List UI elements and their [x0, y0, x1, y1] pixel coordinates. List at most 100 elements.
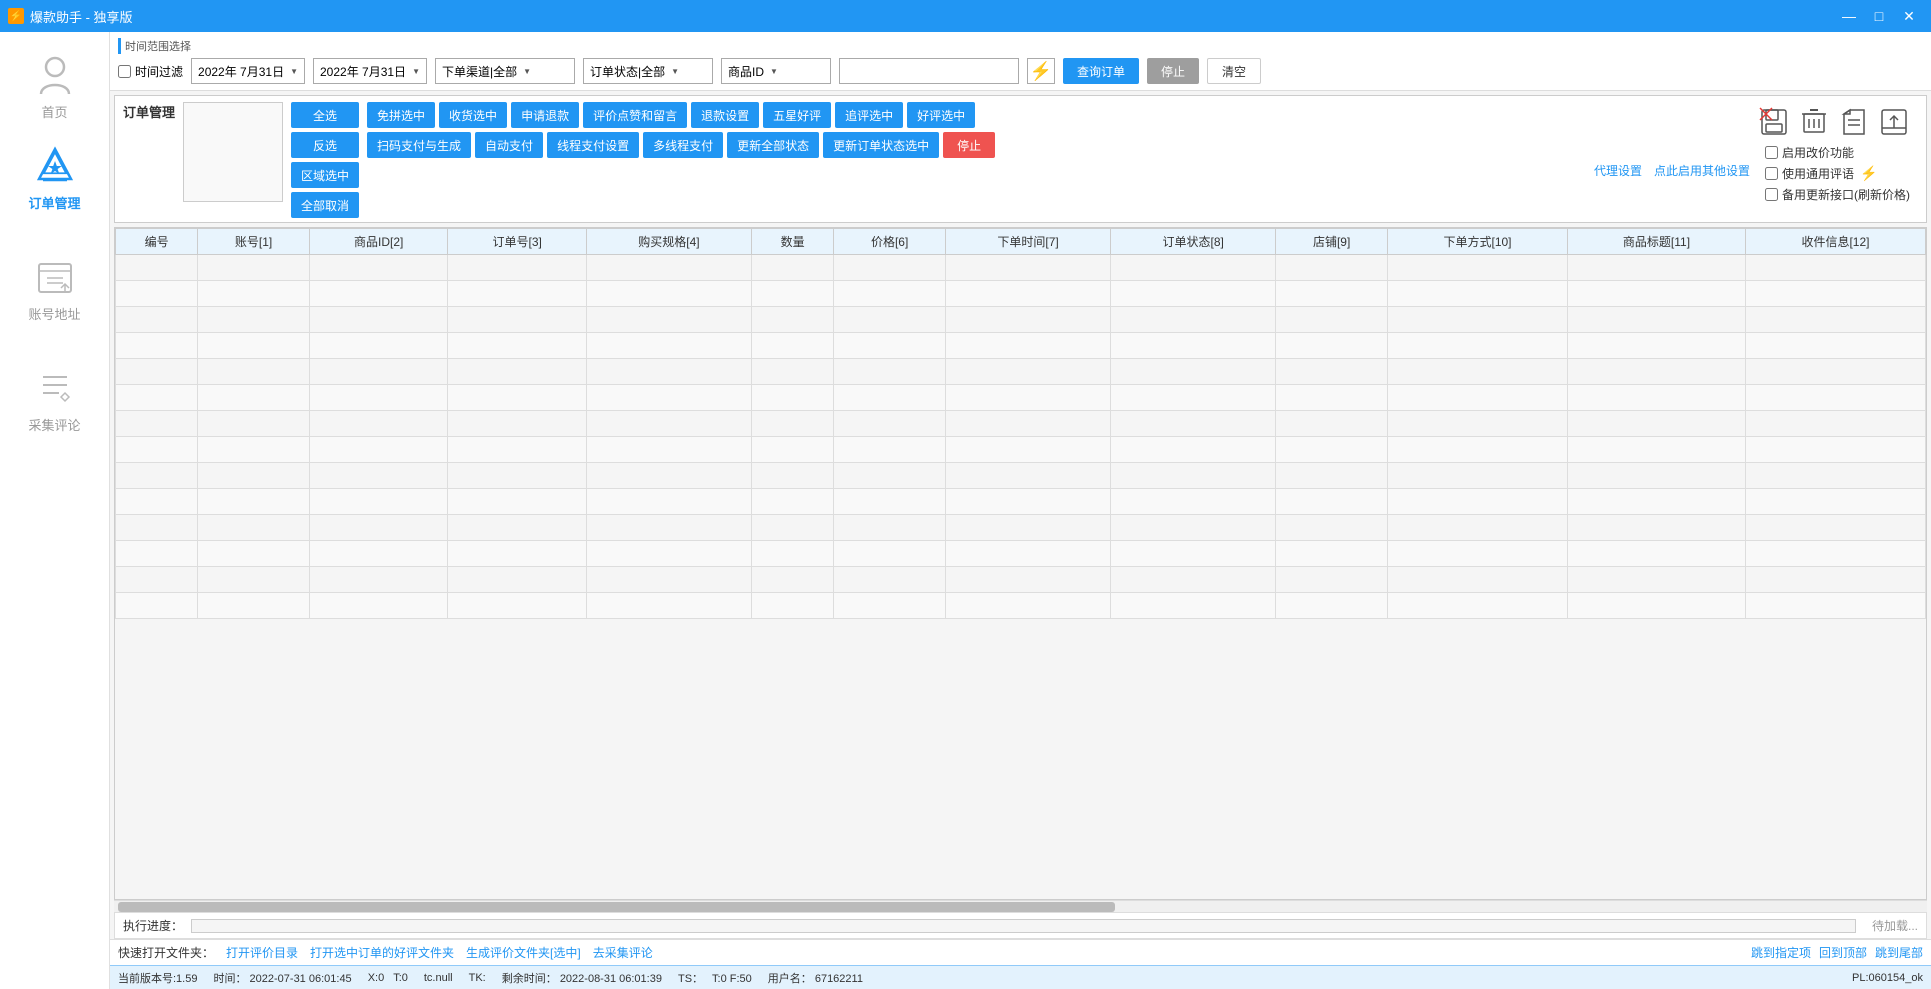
- collect-review-link[interactable]: 去采集评论: [593, 944, 653, 961]
- progress-label: 执行进度：: [123, 917, 183, 934]
- main-layout: 首页 订单管理 账号地址: [0, 32, 1931, 989]
- table-row: [116, 593, 1926, 619]
- multi-thread-pay-button[interactable]: 多线程支付: [643, 132, 723, 158]
- tc-label: tc.null: [424, 972, 453, 984]
- order-table-body: [116, 255, 1926, 619]
- enable-price-change-checkbox[interactable]: [1765, 146, 1778, 159]
- col-shop: 店铺[9]: [1276, 229, 1388, 255]
- free-assemble-button[interactable]: 免拼选中: [367, 102, 435, 128]
- follow-review-button[interactable]: 追评选中: [835, 102, 903, 128]
- line-pay-settings-button[interactable]: 线程支付设置: [547, 132, 639, 158]
- close-button[interactable]: ✕: [1895, 5, 1923, 27]
- start-date-dropdown[interactable]: 2022年 7月31日: [191, 58, 305, 84]
- end-date-dropdown[interactable]: 2022年 7月31日: [313, 58, 427, 84]
- product-select[interactable]: 商品ID: [721, 58, 831, 84]
- delete-icon-btn[interactable]: [1798, 106, 1830, 138]
- stop-button[interactable]: 停止: [1147, 58, 1199, 84]
- col-spec: 购买规格[4]: [586, 229, 751, 255]
- col-order-no: 订单号[3]: [448, 229, 586, 255]
- search-input[interactable]: [839, 58, 1019, 84]
- use-universal-review-checkbox-row[interactable]: 使用通用评语 ⚡: [1765, 165, 1910, 182]
- channel-select[interactable]: 下单渠道|全部: [435, 58, 575, 84]
- proxy-settings-link[interactable]: 代理设置: [1594, 162, 1642, 179]
- sidebar-home-label: 首页: [41, 102, 67, 121]
- horizontal-scrollbar[interactable]: [114, 900, 1927, 912]
- col-product-title: 商品标题[11]: [1567, 229, 1745, 255]
- discard-icon-btn[interactable]: [1838, 106, 1870, 138]
- jump-to-specified-btn[interactable]: 跳到指定项: [1751, 944, 1811, 961]
- backup-refresh-label: 备用更新接口(刷新价格): [1782, 186, 1910, 203]
- use-universal-review-label: 使用通用评语: [1782, 165, 1854, 182]
- export-icon-btn[interactable]: [1878, 106, 1910, 138]
- enable-price-change-checkbox-row[interactable]: 启用改价功能: [1765, 144, 1910, 161]
- enable-other-settings-link[interactable]: 点此启用其他设置: [1654, 162, 1750, 179]
- auto-payment-button[interactable]: 自动支付: [475, 132, 543, 158]
- toolbar-controls-row: 时间过滤 2022年 7月31日 2022年 7月31日 下单渠道|全部 订单状…: [118, 58, 1923, 84]
- col-order-method: 下单方式[10]: [1388, 229, 1568, 255]
- channel-label: 下单渠道|全部: [442, 63, 517, 80]
- lightning-icon: ⚡: [1030, 61, 1052, 82]
- version-label: 当前版本号:1.59: [118, 970, 197, 986]
- update-order-status-button[interactable]: 更新订单状态选中: [823, 132, 939, 158]
- time-range-section-label: 时间范围选择: [118, 38, 1923, 54]
- generate-review-folder-link[interactable]: 生成评价文件夹[选中]: [466, 944, 581, 961]
- panel-stop-button[interactable]: 停止: [943, 132, 995, 158]
- progress-bar-container: 执行进度： 待加载...: [114, 912, 1927, 939]
- open-good-review-folder-link[interactable]: 打开选中订单的好评文件夹: [310, 944, 454, 961]
- scan-pay-button[interactable]: 扫码支付与生成: [367, 132, 471, 158]
- rate-comment-button[interactable]: 评价点赞和留言: [583, 102, 687, 128]
- refund-settings-button[interactable]: 退款设置: [691, 102, 759, 128]
- sidebar-item-order-mgmt[interactable]: 订单管理: [0, 133, 109, 224]
- enable-price-change-label: 启用改价功能: [1782, 144, 1854, 161]
- sidebar-item-account-addr[interactable]: 账号地址: [0, 244, 109, 335]
- user-label: 用户名： 67162211: [768, 970, 863, 986]
- update-all-status-button[interactable]: 更新全部状态: [727, 132, 819, 158]
- cancel-all-button[interactable]: 全部取消: [291, 192, 359, 218]
- lightning-icon-2: ⚡: [1860, 165, 1877, 182]
- invert-select-button[interactable]: 反选: [291, 132, 359, 158]
- receive-goods-button[interactable]: 收货选中: [439, 102, 507, 128]
- select-buttons: 全选 反选 区域选中 全部取消: [291, 102, 359, 218]
- backup-refresh-checkbox[interactable]: [1765, 188, 1778, 201]
- save-icon-btn[interactable]: [1758, 106, 1790, 138]
- region-select-button[interactable]: 区域选中: [291, 162, 359, 188]
- time-filter-checkbox[interactable]: [118, 65, 131, 78]
- sidebar-item-collect-review[interactable]: 采集评论: [0, 355, 109, 446]
- status-select[interactable]: 订单状态|全部: [583, 58, 713, 84]
- backup-refresh-checkbox-row[interactable]: 备用更新接口(刷新价格): [1765, 186, 1910, 203]
- sidebar-item-home[interactable]: 首页: [0, 42, 109, 133]
- status-bar: 当前版本号:1.59 时间： 2022-07-31 06:01:45 X:0 T…: [110, 965, 1931, 989]
- col-price: 价格[6]: [834, 229, 946, 255]
- table-row: [116, 307, 1926, 333]
- use-universal-review-checkbox[interactable]: [1765, 167, 1778, 180]
- request-refund-button[interactable]: 申请退款: [511, 102, 579, 128]
- sidebar-account-label: 账号地址: [28, 304, 80, 323]
- clear-button[interactable]: 清空: [1207, 58, 1261, 84]
- table-row: [116, 255, 1926, 281]
- time-filter-label: 时间过滤: [135, 63, 183, 80]
- xt-label: X:0 T:0: [368, 972, 408, 984]
- jump-to-end-btn[interactable]: 跳到尾部: [1875, 944, 1923, 961]
- title-bar-left: ⚡ 爆款助手 - 独享版: [8, 7, 133, 26]
- select-all-button[interactable]: 全选: [291, 102, 359, 128]
- time-range-toolbar: 时间范围选择 时间过滤 2022年 7月31日 2022年 7月31日 下单渠道…: [110, 32, 1931, 91]
- time-label: 时间： 2022-07-31 06:01:45: [213, 970, 351, 986]
- sidebar-collect-label: 采集评论: [28, 415, 80, 434]
- table-header-row: 编号 账号[1] 商品ID[2] 订单号[3] 购买规格[4] 数量 价格[6]…: [116, 229, 1926, 255]
- query-order-button[interactable]: 查询订单: [1063, 58, 1139, 84]
- order-table-container[interactable]: 编号 账号[1] 商品ID[2] 订单号[3] 购买规格[4] 数量 价格[6]…: [114, 227, 1927, 900]
- maximize-button[interactable]: □: [1865, 5, 1893, 27]
- good-review-button[interactable]: 好评选中: [907, 102, 975, 128]
- collect-review-icon: [33, 367, 77, 411]
- back-to-top-btn[interactable]: 回到顶部: [1819, 944, 1867, 961]
- remain-label: 剩余时间： 2022-08-31 06:01:39: [502, 970, 662, 986]
- minimize-button[interactable]: —: [1835, 5, 1863, 27]
- five-star-button[interactable]: 五星好评: [763, 102, 831, 128]
- col-qty: 数量: [752, 229, 834, 255]
- order-mgmt-icon: [33, 145, 77, 189]
- sidebar: 首页 订单管理 账号地址: [0, 32, 110, 989]
- lightning-button[interactable]: ⚡: [1027, 58, 1055, 84]
- col-product-id: 商品ID[2]: [310, 229, 448, 255]
- time-filter-group: 时间过滤: [118, 63, 183, 80]
- open-review-dir-link[interactable]: 打开评价目录: [226, 944, 298, 961]
